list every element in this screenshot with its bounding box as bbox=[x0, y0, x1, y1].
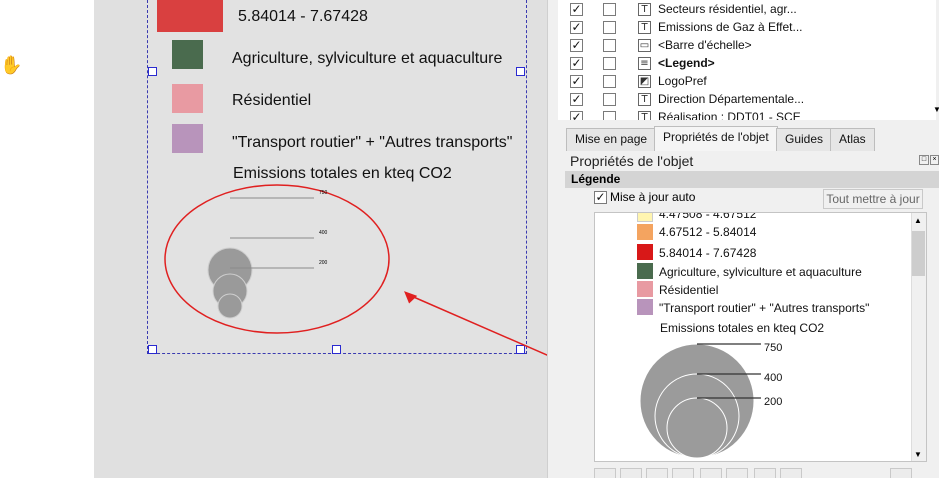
tree-swatch-class-3 bbox=[637, 213, 653, 222]
legend-swatch-residentiel bbox=[172, 84, 203, 113]
tab-atlas[interactable]: Atlas bbox=[830, 128, 875, 151]
panel-title: Propriétés de l'objet bbox=[570, 153, 694, 169]
tree-circle-label-400: 400 bbox=[764, 372, 783, 384]
list-scroll-arrow-icon[interactable]: ▼ bbox=[933, 105, 939, 117]
tree-swatch-residentiel bbox=[637, 281, 653, 297]
auto-update-label: Mise à jour auto bbox=[610, 190, 696, 204]
tree-emissions-title[interactable]: Emissions totales en kteq CO2 bbox=[660, 321, 824, 335]
tab-item-properties[interactable]: Propriétés de l'objet bbox=[654, 126, 778, 151]
composer-circle-label-200: 200 bbox=[319, 260, 328, 266]
legend-swatch-class-5 bbox=[157, 0, 223, 32]
composer-circle-label-750: 750 bbox=[319, 190, 328, 196]
expression-button[interactable] bbox=[890, 468, 912, 478]
legend-label-agriculture: Agriculture, sylviculture et aquaculture bbox=[232, 50, 503, 67]
float-panel-icon[interactable]: □ bbox=[919, 155, 929, 165]
visibility-checkbox[interactable]: ✓ bbox=[570, 21, 583, 34]
lock-checkbox[interactable] bbox=[603, 21, 616, 34]
resize-handle-right[interactable] bbox=[516, 67, 525, 76]
tree-label-agriculture[interactable]: Agriculture, sylviculture et aquaculture bbox=[659, 265, 862, 279]
scroll-up-icon[interactable]: ▲ bbox=[914, 216, 922, 225]
resize-handle-bottom-left[interactable] bbox=[148, 345, 157, 354]
picture-item-icon: ◩ bbox=[638, 75, 651, 88]
tree-swatch-class-5 bbox=[637, 244, 653, 260]
visibility-checkbox[interactable]: ✓ bbox=[570, 111, 583, 120]
item-label: LogoPref bbox=[658, 74, 707, 88]
tree-swatch-agriculture bbox=[637, 263, 653, 279]
move-up-button[interactable] bbox=[620, 468, 642, 478]
visibility-checkbox[interactable]: ✓ bbox=[570, 75, 583, 88]
tree-label-class-5[interactable]: 5.84014 - 7.67428 bbox=[659, 246, 756, 260]
legend-label-residentiel: Résidentiel bbox=[232, 92, 312, 109]
composer-proportional-circles bbox=[164, 184, 390, 334]
lock-checkbox[interactable] bbox=[603, 111, 616, 120]
move-down-button[interactable] bbox=[594, 468, 616, 478]
legend-label-class-5: 5.84014 - 7.67428 bbox=[238, 8, 368, 25]
composer-circle-label-400: 400 bbox=[319, 230, 328, 236]
legend-swatch-transport bbox=[172, 124, 203, 153]
legend-swatch-agriculture bbox=[172, 40, 203, 69]
edit-item-button[interactable] bbox=[726, 468, 748, 478]
close-panel-icon[interactable]: × bbox=[930, 155, 939, 165]
filter-button[interactable] bbox=[780, 468, 802, 478]
item-row[interactable]: ✓ ▭ <Barre d'échelle> bbox=[558, 37, 936, 55]
visibility-checkbox[interactable]: ✓ bbox=[570, 93, 583, 106]
legend-section-header[interactable]: Légende bbox=[565, 171, 939, 188]
label-item-icon: T bbox=[638, 93, 651, 106]
visibility-checkbox[interactable]: ✓ bbox=[570, 39, 583, 52]
item-label: Réalisation : DDT01 - SCE bbox=[658, 110, 801, 120]
tree-swatch-class-4 bbox=[637, 224, 653, 240]
legend-label-transport: "Transport routier" + "Autres transports… bbox=[232, 134, 513, 151]
label-item-icon: T bbox=[638, 3, 651, 16]
update-all-button[interactable]: Tout mettre à jour bbox=[823, 189, 923, 209]
item-label: Direction Départementale... bbox=[658, 92, 805, 106]
tree-label-transport[interactable]: "Transport routier" + "Autres transports… bbox=[659, 301, 869, 315]
add-item-button[interactable] bbox=[672, 468, 694, 478]
tree-proportional-circles bbox=[639, 343, 761, 459]
legend-items-tree[interactable]: 4.47508 - 4.67512 4.67512 - 5.84014 5.84… bbox=[594, 212, 927, 462]
item-label: Emissions de Gaz à Effet... bbox=[658, 20, 803, 34]
lock-checkbox[interactable] bbox=[603, 57, 616, 70]
resize-handle-bottom[interactable] bbox=[332, 345, 341, 354]
tree-label-residentiel[interactable]: Résidentiel bbox=[659, 283, 718, 297]
tab-guides[interactable]: Guides bbox=[776, 128, 833, 151]
visibility-checkbox[interactable]: ✓ bbox=[570, 57, 583, 70]
item-row[interactable]: ✓ T Emissions de Gaz à Effet... bbox=[558, 19, 936, 37]
tree-label-class-4[interactable]: 4.67512 - 5.84014 bbox=[659, 225, 756, 239]
lock-checkbox[interactable] bbox=[603, 3, 616, 16]
tab-layout[interactable]: Mise en page bbox=[566, 128, 657, 151]
lock-checkbox[interactable] bbox=[603, 39, 616, 52]
sigma-button[interactable] bbox=[754, 468, 776, 478]
auto-update-checkbox[interactable]: ✓ bbox=[594, 191, 607, 204]
label-item-icon: T bbox=[638, 21, 651, 34]
tree-label-class-3[interactable]: 4.47508 - 4.67512 bbox=[659, 213, 756, 221]
hand-cursor-icon: ✋ bbox=[0, 55, 23, 75]
item-row[interactable]: ✓ T Direction Départementale... bbox=[558, 91, 936, 109]
label-item-icon: T bbox=[638, 111, 651, 120]
item-row[interactable]: ✓ T Réalisation : DDT01 - SCE bbox=[558, 109, 936, 120]
lock-checkbox[interactable] bbox=[603, 93, 616, 106]
item-row-selected[interactable]: ✓ ≡ <Legend> bbox=[558, 55, 936, 73]
scroll-down-icon[interactable]: ▼ bbox=[914, 450, 922, 459]
remove-item-button[interactable] bbox=[700, 468, 722, 478]
resize-handle-left[interactable] bbox=[148, 67, 157, 76]
tree-circle-label-200: 200 bbox=[764, 396, 783, 408]
scale-bar-icon: ▭ bbox=[638, 39, 651, 52]
items-list: ✓ T Secteurs résidentiel, agr... ✓ T Emi… bbox=[558, 0, 936, 120]
add-group-button[interactable] bbox=[646, 468, 668, 478]
item-label: Secteurs résidentiel, agr... bbox=[658, 2, 797, 16]
item-row[interactable]: ✓ T Secteurs résidentiel, agr... bbox=[558, 1, 936, 19]
tree-swatch-transport bbox=[637, 299, 653, 315]
visibility-checkbox[interactable]: ✓ bbox=[570, 3, 583, 16]
scrollbar-thumb[interactable] bbox=[912, 231, 925, 276]
lock-checkbox[interactable] bbox=[603, 75, 616, 88]
legend-item-icon: ≡ bbox=[638, 57, 651, 70]
item-label: <Legend> bbox=[658, 56, 715, 70]
annotation-ellipse bbox=[164, 184, 390, 334]
tree-circle-label-750: 750 bbox=[764, 342, 783, 354]
item-label: <Barre d'échelle> bbox=[658, 38, 752, 52]
item-row[interactable]: ✓ ◩ LogoPref bbox=[558, 73, 936, 91]
